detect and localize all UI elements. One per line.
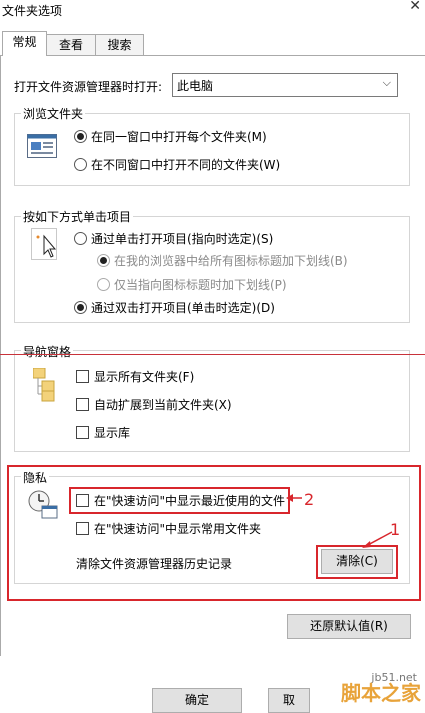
expand-current-checkbox[interactable]: [76, 398, 89, 411]
tab-strip: 常规 查看 搜索: [0, 28, 425, 56]
annotation-arrow-2-icon: [286, 494, 302, 502]
double-click-radio[interactable]: [74, 301, 87, 314]
window-title: 文件夹选项: [2, 4, 63, 18]
different-window-label: 在不同窗口中打开不同的文件夹(W): [91, 158, 281, 172]
underline-all-radio[interactable]: [97, 254, 110, 267]
recent-files-checkbox[interactable]: [76, 494, 89, 507]
open-explorer-select[interactable]: 此电脑 ⌵: [172, 73, 398, 97]
expand-current-option[interactable]: 自动扩展到当前文件夹(X): [76, 396, 232, 413]
restore-defaults-button[interactable]: 还原默认值(R): [287, 614, 411, 639]
click-items-title: 按如下方式单击项目: [21, 208, 134, 225]
annotation-2: 2: [304, 490, 315, 509]
frequent-folders-label: 在"快速访问"中显示常用文件夹: [94, 522, 262, 536]
watermark-text: 脚本之家: [341, 681, 421, 705]
tab-general[interactable]: 常规: [2, 31, 47, 56]
same-window-label: 在同一窗口中打开每个文件夹(M): [91, 130, 267, 144]
underline-hover-radio[interactable]: [97, 278, 110, 291]
folder-tree-icon: [32, 367, 55, 402]
close-icon[interactable]: ✕: [409, 0, 421, 14]
annotation-line: [0, 354, 425, 355]
nav-pane-title: 导航窗格: [21, 343, 74, 360]
different-window-radio[interactable]: [74, 158, 87, 171]
tab-view[interactable]: 查看: [46, 34, 96, 55]
underline-all-option[interactable]: 在我的浏览器中给所有图标标题加下划线(B): [97, 252, 348, 269]
double-click-option[interactable]: 通过双击打开项目(单击时选定)(D): [74, 299, 275, 316]
underline-hover-label: 仅当指向图标标题时加下划线(P): [114, 278, 287, 292]
browse-folders-group: [14, 113, 410, 186]
open-explorer-label: 打开文件资源管理器时打开:: [14, 80, 163, 94]
title-bar: 文件夹选项 ✕: [0, 0, 425, 28]
recent-files-option[interactable]: 在"快速访问"中显示最近使用的文件: [76, 492, 285, 509]
show-all-folders-checkbox[interactable]: [76, 370, 89, 383]
folder-window-icon: [27, 134, 57, 158]
show-all-folders-option[interactable]: 显示所有文件夹(F): [76, 368, 194, 385]
show-libraries-checkbox[interactable]: [76, 426, 89, 439]
open-explorer-value: 此电脑: [177, 79, 214, 93]
show-libraries-option[interactable]: 显示库: [76, 424, 130, 441]
annotation-arrow-1-icon: [362, 531, 393, 548]
double-click-label: 通过双击打开项目(单击时选定)(D): [91, 301, 275, 315]
different-window-option[interactable]: 在不同窗口中打开不同的文件夹(W): [74, 156, 280, 173]
chevron-down-icon[interactable]: ⌵: [383, 76, 391, 90]
single-click-option[interactable]: 通过单击打开项目(指向时选定)(S): [74, 230, 273, 247]
single-click-radio[interactable]: [74, 232, 87, 245]
same-window-radio[interactable]: [74, 130, 87, 143]
clock-privacy-icon: [28, 490, 58, 520]
clear-button[interactable]: 清除(C): [321, 549, 393, 574]
expand-current-label: 自动扩展到当前文件夹(X): [94, 398, 232, 412]
recent-files-label: 在"快速访问"中显示最近使用的文件: [94, 494, 286, 508]
tab-search[interactable]: 搜索: [95, 34, 144, 55]
single-click-label: 通过单击打开项目(指向时选定)(S): [91, 232, 274, 246]
ok-button[interactable]: 确定: [152, 688, 242, 713]
underline-hover-option[interactable]: 仅当指向图标标题时加下划线(P): [97, 276, 287, 293]
underline-all-label: 在我的浏览器中给所有图标标题加下划线(B): [114, 254, 348, 268]
frequent-folders-option[interactable]: 在"快速访问"中显示常用文件夹: [76, 520, 261, 537]
cancel-button[interactable]: 取: [268, 688, 310, 713]
clear-history-label: 清除文件资源管理器历史记录: [76, 557, 233, 571]
frequent-folders-checkbox[interactable]: [76, 522, 89, 535]
show-libraries-label: 显示库: [94, 426, 131, 440]
same-window-option[interactable]: 在同一窗口中打开每个文件夹(M): [74, 128, 267, 145]
browse-folders-title: 浏览文件夹: [21, 105, 86, 122]
cursor-icon: [31, 228, 57, 260]
show-all-folders-label: 显示所有文件夹(F): [94, 370, 195, 384]
